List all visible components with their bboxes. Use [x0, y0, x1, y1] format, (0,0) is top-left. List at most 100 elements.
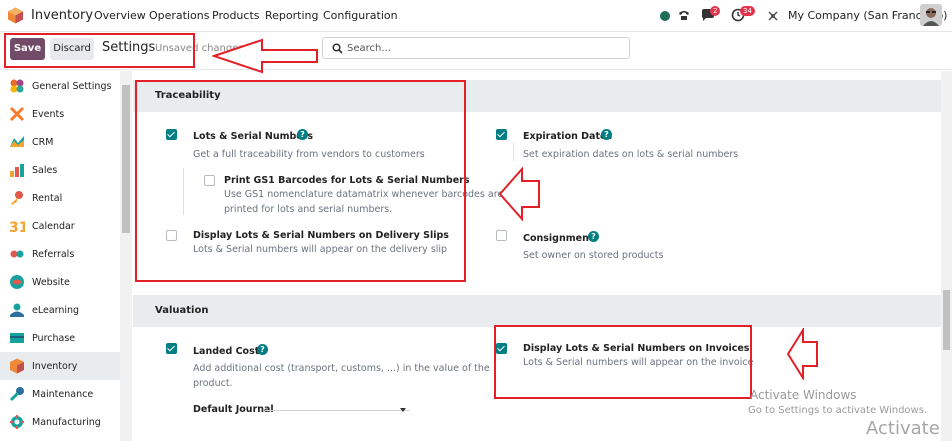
settings-content: Traceability Lots & Serial Numbers ? Get…: [133, 71, 941, 441]
delivery-slip-desc: Lots & Serial numbers will appear on the…: [193, 244, 448, 255]
chat-badge: 2: [710, 6, 721, 16]
discard-button[interactable]: Discard: [50, 38, 94, 60]
elearning-icon: [10, 303, 24, 317]
sidebar-item-label: Events: [32, 108, 65, 120]
section-title: Traceability: [155, 90, 221, 101]
menu-reporting[interactable]: Reporting: [265, 9, 318, 22]
sidebar-item-website[interactable]: Website: [0, 268, 120, 296]
search-bar[interactable]: [322, 37, 630, 59]
gs1-title: Print GS1 Barcodes for Lots & Serial Num…: [224, 175, 470, 186]
purchase-icon: [10, 333, 24, 343]
traceability-section-header: Traceability: [133, 80, 941, 112]
chevron-down-icon[interactable]: [400, 408, 406, 412]
calendar-icon: 31: [9, 220, 25, 234]
menu-overview[interactable]: Overview: [94, 9, 146, 22]
sidebar-item-label: Sales: [32, 164, 58, 176]
sidebar-item-manufacturing[interactable]: Manufacturing: [0, 408, 120, 436]
page-title: Settings: [102, 40, 156, 55]
sidebar-item-label: Purchase: [32, 332, 76, 344]
delivery-slip-checkbox[interactable]: [166, 230, 177, 241]
indent-line: [183, 168, 184, 215]
gs1-checkbox[interactable]: [204, 175, 215, 186]
gs1-desc-line1: Use GS1 nomenclature datamatrix whenever…: [224, 189, 504, 200]
activation-watermark: Activate Windows: [750, 388, 857, 402]
rental-icon: [11, 191, 23, 205]
sidebar-item-general-settings[interactable]: General Settings: [0, 72, 120, 100]
events-icon: [9, 106, 25, 122]
consignment-desc: Set owner on stored products: [523, 250, 664, 261]
divider: [513, 143, 514, 161]
referrals-icon: [10, 250, 24, 258]
sidebar-item-calendar[interactable]: 31 Calendar: [0, 212, 120, 240]
sidebar-item-label: CRM: [32, 136, 54, 148]
odoo-settings-icon: [10, 79, 24, 93]
help-icon[interactable]: ?: [297, 129, 308, 140]
sidebar-item-rental[interactable]: Rental: [0, 184, 120, 212]
app-name[interactable]: Inventory: [31, 8, 93, 23]
control-panel: Save Discard Settings Unsaved changes: [0, 32, 952, 70]
lots-serial-checkbox[interactable]: [166, 129, 177, 140]
valuation-section-header: Valuation: [133, 295, 941, 327]
status-dot-icon[interactable]: [660, 11, 670, 21]
help-icon[interactable]: ?: [257, 344, 268, 355]
sidebar-item-label: Website: [32, 276, 70, 288]
debug-icon[interactable]: [767, 10, 779, 22]
sidebar-item-label: Manufacturing: [32, 416, 101, 428]
default-journal-label: Default Journal: [193, 404, 274, 415]
menu-configuration[interactable]: Configuration: [323, 9, 398, 22]
sidebar-item-referrals[interactable]: Referrals: [0, 240, 120, 268]
consignment-checkbox[interactable]: [496, 230, 507, 241]
landed-costs-desc-line1: Add additional cost (transport, customs,…: [193, 363, 490, 374]
activity-badge: 34: [740, 6, 755, 16]
consignment-title: Consignment: [523, 233, 594, 244]
expiration-checkbox[interactable]: [496, 129, 507, 140]
delivery-slip-title: Display Lots & Serial Numbers on Deliver…: [193, 230, 449, 241]
menu-products[interactable]: Products: [212, 9, 260, 22]
activation-watermark-sub: Go to Settings to activate Windows.: [748, 405, 928, 416]
sidebar-item-sales[interactable]: Sales: [0, 156, 120, 184]
landed-costs-checkbox[interactable]: [166, 343, 177, 354]
content-scrollbar[interactable]: [941, 71, 952, 441]
unsaved-changes-label: Unsaved changes: [155, 43, 244, 54]
invoice-lots-checkbox[interactable]: [496, 343, 507, 354]
save-button[interactable]: Save: [10, 38, 45, 60]
sidebar-item-label: Referrals: [32, 248, 75, 260]
sidebar-item-label: eLearning: [32, 304, 80, 316]
default-journal-select[interactable]: [265, 410, 410, 411]
content-scrollbar-thumb[interactable]: [943, 290, 950, 350]
expiration-desc: Set expiration dates on lots & serial nu…: [523, 149, 739, 160]
website-icon: [10, 275, 24, 289]
crm-icon: [10, 136, 24, 147]
sidebar-item-events[interactable]: Events: [0, 100, 120, 128]
svg-text:31: 31: [9, 220, 25, 234]
lots-serial-desc: Get a full traceability from vendors to …: [193, 149, 425, 160]
sidebar-item-maintenance[interactable]: Maintenance: [0, 380, 120, 408]
help-icon[interactable]: ?: [588, 231, 599, 242]
sidebar-item-label: Rental: [32, 192, 63, 204]
lots-serial-title: Lots & Serial Numbers: [193, 131, 314, 142]
sidebar-item-purchase[interactable]: Purchase: [0, 324, 120, 352]
landed-costs-title: Landed Costs: [193, 346, 265, 357]
search-input[interactable]: [347, 41, 617, 55]
sidebar-item-label: Maintenance: [32, 388, 94, 400]
sidebar-item-elearning[interactable]: eLearning: [0, 296, 120, 324]
phone-icon[interactable]: [677, 8, 691, 22]
sidebar-item-label: Calendar: [32, 220, 75, 232]
inventory-icon: [10, 358, 24, 374]
top-navbar: Inventory Overview Operations Products R…: [0, 0, 952, 32]
activation-watermark-large: Activate: [866, 418, 940, 439]
gs1-desc-line2: printed for lots and serial numbers.: [224, 204, 393, 215]
help-icon[interactable]: ?: [601, 129, 612, 140]
user-avatar[interactable]: [920, 4, 942, 26]
landed-costs-desc-line2: product.: [193, 378, 233, 389]
expiration-title: Expiration Dates: [523, 131, 613, 142]
inventory-app-icon[interactable]: [7, 7, 24, 24]
invoice-lots-desc: Lots & Serial numbers will appear on the…: [523, 357, 754, 368]
sidebar-item-crm[interactable]: CRM: [0, 128, 120, 156]
sidebar-item-inventory[interactable]: Inventory: [0, 352, 120, 380]
sidebar-item-label: General Settings: [32, 80, 112, 92]
menu-operations[interactable]: Operations: [149, 9, 209, 22]
search-icon: [332, 43, 343, 54]
settings-sidebar: General Settings Events CRM Sales Rental…: [0, 71, 120, 441]
sidebar-scrollbar-thumb[interactable]: [122, 85, 130, 233]
